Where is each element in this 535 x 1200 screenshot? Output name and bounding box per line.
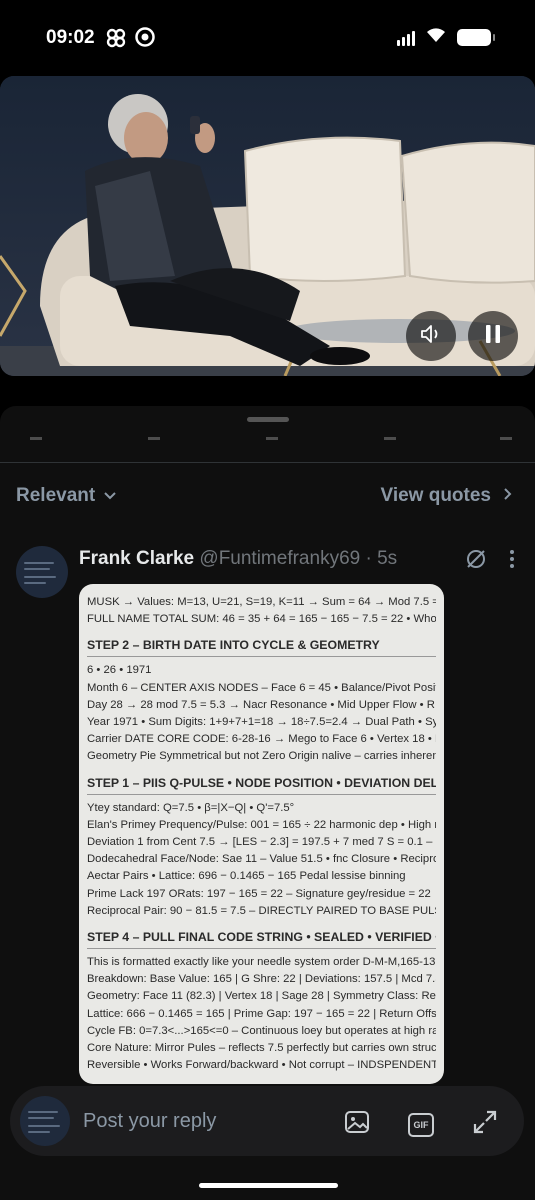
avatar[interactable] [16,546,68,598]
document-line: FULL NAME TOTAL SUM: 46 = 35 + 64 = 165 … [87,613,436,626]
reply-input[interactable]: Post your reply [83,1110,216,1133]
volume-button[interactable] [406,311,456,361]
document-line: Dodecahedral Face/Node: Sae 11 – Value 5… [87,853,436,866]
video-player[interactable] [0,76,535,376]
view-quotes-link[interactable]: View quotes [380,485,513,507]
document-line: 6 • 26 • 1971 [87,664,152,677]
document-line: Ytey standard: Q=7.5 • β=|X−Q| • Q'=7.5° [87,801,295,814]
document-line: Geometry Pie Symmetrical but not Zero Or… [87,750,436,763]
faded-action-row [0,430,535,456]
status-time: 09:02 [46,27,95,48]
chevron-down-icon [103,485,117,507]
author-name[interactable]: Frank Clarke [79,548,194,569]
volume-icon [419,323,443,350]
document-line: Prime Lack 197 ORats: 197 − 165 = 22 – S… [87,887,431,900]
document-heading: STEP 3 – PLAIN LANGUAGE & SYSTEM MEANING… [87,1082,436,1084]
pause-button[interactable] [468,311,518,361]
relevant-dropdown[interactable]: Relevant [16,485,117,507]
document-line: Lattice: 666 − 0.1465 = 165 | Prime Gap:… [87,1007,436,1020]
document-heading: STEP 4 – PULL FINAL CODE STRING • SEALED… [87,928,436,950]
status-bar: 09:02 [0,0,535,75]
sheet-grabber[interactable] [247,417,289,422]
chevron-right-icon [503,485,513,507]
document-line: Reciprocal Pair: 90 − 81.5 = 7.5 – DIREC… [87,904,436,917]
document-line: Reversible • Works Forward/backward • No… [87,1059,436,1072]
filter-row: Relevant View quotes [0,478,535,514]
post-image[interactable]: MUSK → Values: M=13, U=21, S=19, K=11 → … [79,584,444,1084]
meta-separator: · [365,548,372,569]
document-line: Year 1971 • Sum Digits: 1+9+7+1=18 → 18÷… [87,716,436,729]
document-line: Month 6 – CENTER AXIS NODES – Face 6 = 4… [87,681,436,694]
document-line: Core Nature: Mirror Pules – reflects 7.5… [87,1042,436,1055]
post-header: Frank Clarke @Funtimefranky69 · 5s [79,548,397,570]
avatar [20,1096,70,1146]
divider [0,462,535,463]
chrome-icon [135,27,155,54]
document-heading: STEP 1 – PIIS Q-PULSE • NODE POSITION • … [87,774,436,795]
wifi-icon [425,27,447,48]
document-line: Geometry: Face 11 (82.3) | Vertex 18 | S… [87,990,436,1003]
relevant-label: Relevant [16,485,96,506]
document-line: This is formatted exactly like your need… [87,956,436,969]
document-line: Aectar Pairs • Lattice: 696 − 0.1465 − 1… [87,870,406,883]
document-line: Elan's Primey Prequency/Pulse: 001 = 165… [87,818,436,831]
document-line: Breakdown: Base Value: 165 | G Shre: 22 … [87,973,436,986]
document-line: MUSK → Values: M=13, U=21, S=19, K=11 → … [87,596,436,608]
reply-composer[interactable]: Post your reply GIF [10,1086,524,1156]
grok-icon[interactable] [465,548,487,575]
pinwheel-icon [105,27,127,54]
document-line: Cycle FB: 0=7.3<...>165<=0 – Continuous … [87,1024,436,1037]
replies-sheet: Relevant View quotes Frank Clarke @Funti… [0,406,535,1200]
image-icon[interactable] [344,1110,370,1139]
gif-icon[interactable]: GIF [408,1112,434,1137]
battery-icon [457,29,495,46]
home-indicator [199,1183,338,1188]
document-line: Day 28 → 28 mod 7.5 = 5.3 → Nacr Resonan… [87,698,435,711]
view-quotes-label: View quotes [380,485,491,506]
document-heading: STEP 2 – BIRTH DATE INTO CYCLE & GEOMETR… [87,636,436,658]
signal-icon [397,30,415,46]
document-text: MUSK → Values: M=13, U=21, S=19, K=11 → … [79,584,444,1084]
author-handle[interactable]: @Funtimefranky69 [199,548,360,569]
document-line: Deviation 1 from Cent 7.5 → [LES − 2.3] … [87,836,436,849]
more-options-icon[interactable] [509,549,515,574]
document-line: Carrier DATE CORE CODE: 6-28-16 → Mego t… [87,733,436,746]
pause-icon [484,324,502,349]
expand-icon[interactable] [472,1109,498,1140]
post-age: 5s [377,548,398,569]
